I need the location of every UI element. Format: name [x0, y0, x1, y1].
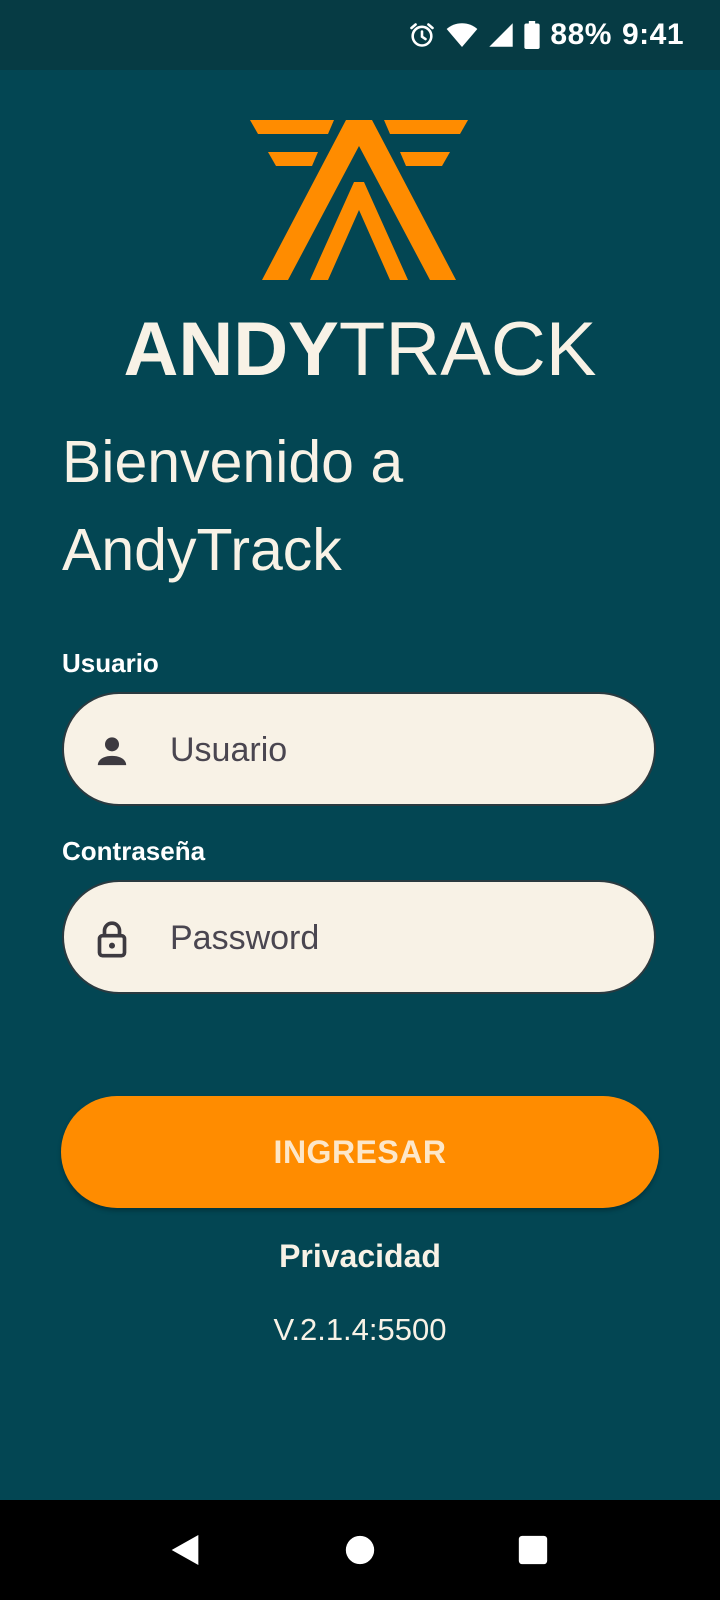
password-label: Contraseña: [62, 836, 206, 866]
wifi-icon: [446, 21, 478, 49]
username-label: Usuario: [62, 648, 159, 678]
status-icons: 88% 9:41: [408, 0, 684, 70]
login-button[interactable]: INGRESAR: [61, 1096, 659, 1208]
person-icon: [92, 731, 132, 771]
navigation-bar: [0, 1500, 720, 1600]
cell-signal-icon: [488, 22, 514, 48]
password-field[interactable]: [62, 880, 656, 994]
battery-percentage: 88%: [550, 18, 612, 51]
welcome-line-1: Bienvenido a: [62, 429, 404, 495]
clock: 9:41: [621, 18, 684, 51]
app-version: V.2.1.4:5500: [273, 1312, 447, 1347]
brand-wordmark: ANDYTRACK: [0, 306, 720, 394]
andytrack-logo-icon: [250, 120, 468, 288]
welcome-heading: Bienvenido a AndyTrack: [62, 418, 622, 594]
back-icon[interactable]: [165, 1530, 205, 1570]
brand-name-light: TRACK: [338, 307, 597, 392]
privacy-link[interactable]: Privacidad: [0, 1238, 720, 1275]
password-input[interactable]: [168, 904, 622, 972]
username-field[interactable]: [62, 692, 656, 806]
recents-icon[interactable]: [513, 1530, 553, 1570]
alarm-icon: [408, 21, 436, 49]
lock-icon: [92, 919, 132, 959]
battery-icon: [524, 21, 541, 49]
status-bar: 88% 9:41: [0, 0, 720, 70]
brand-name-bold: ANDY: [123, 307, 339, 392]
home-icon[interactable]: [340, 1530, 380, 1570]
welcome-line-2: AndyTrack: [62, 517, 342, 583]
username-input[interactable]: [168, 716, 622, 784]
